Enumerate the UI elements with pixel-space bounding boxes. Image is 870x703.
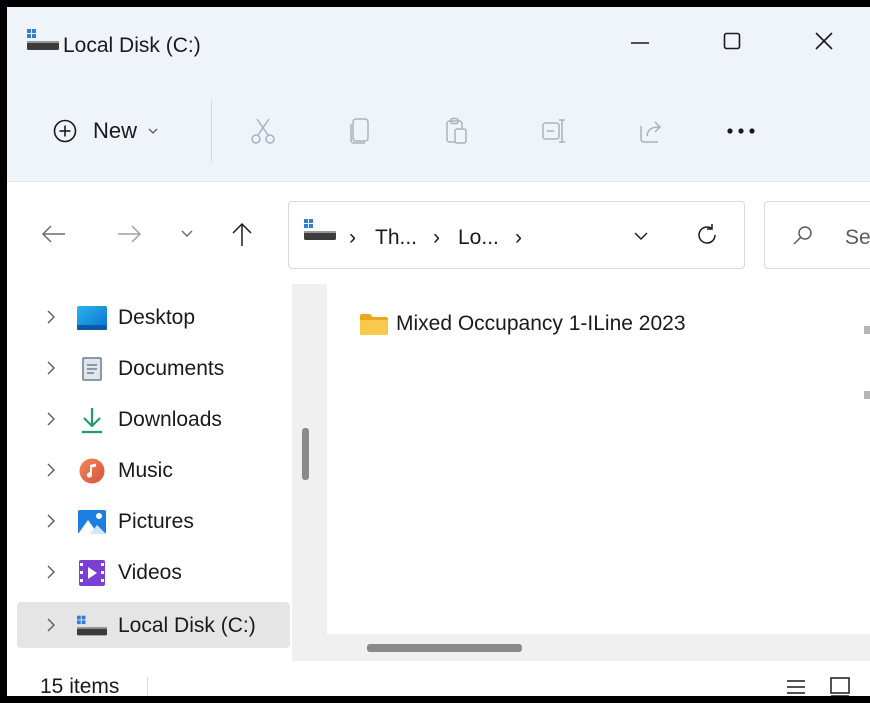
arrow-up-icon [232, 222, 252, 246]
list-item[interactable]: Mixed Occupancy 1-ILine 2023 [359, 306, 686, 342]
paste-icon [446, 117, 467, 144]
nav-item-documents[interactable]: Documents [17, 345, 290, 391]
new-button[interactable]: New [43, 107, 193, 155]
nav-item-label: Downloads [118, 408, 222, 431]
pictures-icon [77, 508, 107, 536]
item-count: 15 items [40, 675, 120, 698]
videos-icon [77, 559, 107, 587]
refresh-button[interactable] [689, 217, 725, 253]
horizontal-scrollbar[interactable] [327, 634, 870, 661]
chevron-right-icon[interactable] [43, 617, 59, 633]
search-placeholder: Search Local Disk (C:) [845, 226, 870, 249]
arrow-left-icon [41, 225, 65, 243]
up-button[interactable] [224, 216, 260, 252]
chevron-down-icon [181, 230, 193, 237]
nav-item-label: Videos [118, 561, 182, 584]
cut-button[interactable] [243, 111, 283, 151]
breadcrumb-this-pc[interactable]: Th... [375, 226, 417, 250]
breadcrumb-separator: › [433, 226, 440, 249]
status-separator [147, 677, 148, 696]
rename-button[interactable] [535, 111, 575, 151]
file-list: Mixed Occupancy 1-ILine 2023 [327, 284, 870, 661]
music-icon [77, 457, 107, 485]
drive-icon [27, 29, 59, 50]
nav-item-label: Local Disk (C:) [118, 614, 256, 637]
details-view-button[interactable] [781, 673, 811, 696]
tiles-view-icon [830, 677, 850, 696]
rename-icon [542, 119, 565, 143]
command-bar: New [7, 85, 870, 182]
nav-item-pictures[interactable]: Pictures [17, 498, 290, 544]
desktop-icon [77, 304, 107, 332]
nav-item-label: Music [118, 459, 173, 482]
cutoff-column-marker [864, 326, 870, 334]
nav-item-label: Desktop [118, 306, 196, 329]
chevron-right-icon[interactable] [43, 564, 59, 580]
tiles-view-button[interactable] [825, 673, 855, 696]
copy-icon [350, 118, 369, 144]
nav-item-label: Documents [118, 357, 225, 380]
new-button-label: New [93, 118, 138, 143]
command-separator [211, 99, 212, 163]
nav-item-downloads[interactable]: Downloads [17, 396, 290, 442]
downloads-icon [77, 406, 107, 434]
cutoff-column-marker [864, 391, 870, 399]
navigation-pane: Desktop Documents Downloads Music Pictur… [7, 284, 327, 661]
chevron-right-icon[interactable] [43, 309, 59, 325]
search-box[interactable]: Search Local Disk (C:) [764, 201, 870, 269]
arrow-right-icon [118, 225, 142, 243]
nav-item-label: Pictures [118, 510, 194, 533]
nav-scrollbar[interactable] [292, 284, 327, 661]
drive-icon [304, 219, 336, 240]
chevron-down-icon [634, 232, 648, 240]
details-view-icon [787, 680, 805, 694]
add-circle-icon [53, 119, 77, 143]
paste-button[interactable] [437, 111, 477, 151]
chevron-right-icon[interactable] [43, 360, 59, 376]
drive-icon [77, 612, 107, 640]
share-button[interactable] [632, 111, 672, 151]
more-options-button[interactable] [721, 111, 761, 151]
folder-icon [360, 314, 388, 335]
refresh-icon [698, 224, 716, 244]
nav-item-desktop[interactable]: Desktop [17, 294, 290, 340]
title-bar[interactable]: Local Disk (C:) [7, 7, 870, 85]
cut-icon [251, 118, 275, 144]
more-icon [727, 128, 755, 134]
folder-name: Mixed Occupancy 1-ILine 2023 [396, 312, 686, 335]
recent-locations-button[interactable] [169, 216, 205, 252]
close-icon [815, 32, 833, 50]
address-history-button[interactable] [627, 222, 655, 250]
copy-button[interactable] [340, 111, 380, 151]
close-button[interactable] [801, 23, 847, 59]
address-row: › Th... › Lo... › Search Local [7, 182, 870, 284]
breadcrumb-separator: › [349, 226, 356, 249]
horizontal-scrollbar-thumb[interactable] [367, 644, 522, 652]
documents-icon [77, 355, 107, 383]
breadcrumb-separator: › [515, 226, 522, 249]
chevron-right-icon[interactable] [43, 411, 59, 427]
nav-scrollbar-thumb[interactable] [302, 428, 309, 480]
chevron-right-icon[interactable] [43, 513, 59, 529]
minimize-icon [631, 42, 649, 44]
forward-button[interactable] [111, 216, 147, 252]
nav-item-music[interactable]: Music [17, 447, 290, 493]
back-button[interactable] [36, 216, 72, 252]
share-icon [640, 121, 662, 143]
address-bar[interactable]: › Th... › Lo... › [288, 201, 745, 269]
nav-item-videos[interactable]: Videos [17, 549, 290, 595]
breadcrumb-local-disk[interactable]: Lo... [458, 226, 499, 250]
file-explorer-window: Local Disk (C:) New › Th... › Lo... › Se… [0, 0, 870, 703]
window-title: Local Disk (C:) [63, 34, 201, 57]
chevron-down-icon [148, 128, 158, 134]
minimize-button[interactable] [617, 23, 663, 59]
nav-item-local-disk[interactable]: Local Disk (C:) [17, 602, 290, 648]
chevron-right-icon[interactable] [43, 462, 59, 478]
maximize-button[interactable] [709, 23, 755, 59]
maximize-icon [723, 32, 741, 50]
search-icon [793, 226, 812, 245]
status-bar: 15 items [7, 661, 870, 698]
